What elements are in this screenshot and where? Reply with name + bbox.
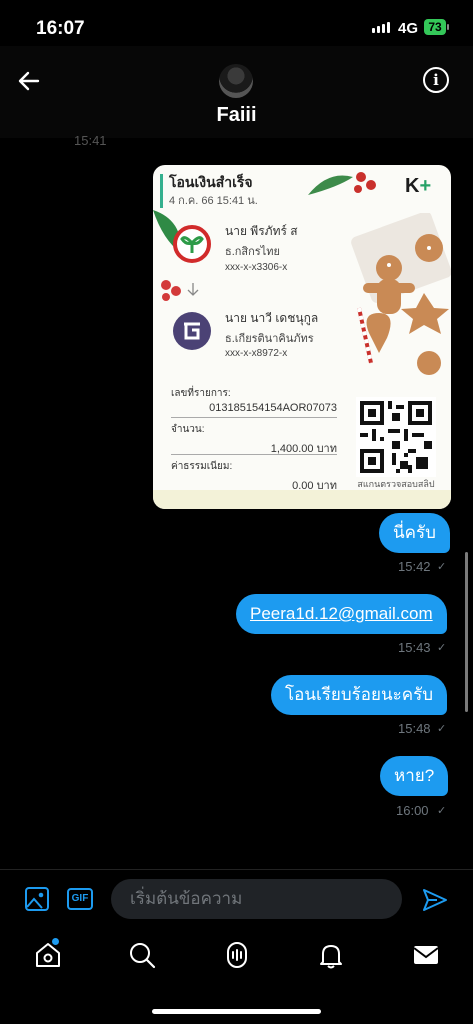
sender-account: xxx-x-x3306-x	[225, 262, 288, 273]
reference-label: เลขที่รายการ:	[171, 388, 231, 399]
home-indicator[interactable]	[152, 1009, 321, 1014]
battery-icon: 73	[424, 19, 446, 35]
message-time: 15:43	[398, 640, 431, 655]
fee-label: ค่าธรรมเนียม:	[171, 461, 233, 472]
message-input[interactable]	[111, 879, 402, 919]
image-button[interactable]	[24, 886, 50, 912]
message-bubble[interactable]: โอนเรียบร้อยนะครับ	[271, 675, 448, 715]
send-icon	[423, 889, 447, 911]
sent-check-icon: ✓	[437, 805, 447, 817]
gingerbread-cookies-decoration-icon	[351, 213, 451, 375]
avatar[interactable]	[219, 64, 253, 98]
qr-caption: สแกนตรวจสอบสลิป	[357, 479, 435, 489]
amount-label: จำนวน:	[171, 424, 205, 435]
sent-check-icon: ✓	[437, 642, 447, 654]
network-type: 4G	[398, 20, 419, 37]
receiver-account: xxx-x-x8972-x	[225, 348, 288, 359]
scrollbar[interactable]	[465, 552, 468, 712]
kplus-logo: K+	[405, 175, 432, 197]
spaces-icon	[227, 942, 247, 968]
receipt-footer	[153, 490, 451, 509]
back-arrow-icon	[18, 71, 40, 91]
notification-dot	[52, 938, 59, 945]
message-bubble[interactable]: นี่ครับ	[379, 513, 450, 553]
arrow-down-icon	[187, 283, 199, 296]
nav-notifications[interactable]	[316, 940, 346, 970]
qr-code-icon	[356, 397, 436, 477]
message-time: 15:48	[398, 721, 431, 736]
nav-search[interactable]	[127, 940, 157, 970]
image-icon	[25, 887, 49, 911]
message-time: 16:00	[396, 803, 429, 818]
nav-messages[interactable]	[411, 940, 441, 970]
status-time: 16:07	[36, 18, 85, 39]
nav-home[interactable]	[33, 940, 63, 970]
nav-spaces[interactable]	[222, 940, 252, 970]
message-time: 15:42	[398, 559, 431, 574]
sent-check-icon: ✓	[437, 561, 447, 573]
transfer-receipt-image[interactable]: โอนเงินสำเร็จ 4 ก.ค. 66 15:41 น. K+ นาย …	[153, 165, 451, 509]
info-icon[interactable]: i	[423, 67, 449, 93]
battery-tip	[447, 24, 449, 30]
receiver-bank: ธ.เกียรตินาคินภัทร	[225, 333, 314, 345]
sender-bank: ธ.กสิกรไทย	[225, 246, 280, 258]
previous-message-time: 15:41	[74, 133, 107, 148]
divider	[171, 417, 337, 418]
gif-button[interactable]: GIF	[67, 888, 93, 910]
send-button[interactable]	[421, 886, 449, 914]
search-icon	[130, 943, 156, 969]
reference-value: 013185154154AOR07073	[209, 402, 337, 414]
kbank-logo-icon	[173, 225, 211, 263]
signal-icon	[372, 22, 390, 33]
receiver-name: นาย นาวี เดชนุกูล	[225, 311, 319, 325]
divider	[0, 869, 473, 870]
receipt-accent-bar	[160, 174, 163, 208]
divider	[171, 454, 337, 455]
sent-check-icon: ✓	[437, 723, 447, 735]
home-icon	[36, 943, 60, 967]
back-button[interactable]	[14, 66, 44, 96]
notifications-icon	[320, 945, 342, 969]
kiatnakin-logo-icon	[173, 312, 211, 350]
sender-name: นาย พีรภัทร์ ส	[225, 224, 298, 238]
berries-decoration-icon	[161, 280, 181, 301]
contact-name[interactable]: Faiii	[0, 104, 473, 127]
message-bubble[interactable]: หาย?	[380, 756, 449, 796]
messages-icon	[413, 946, 439, 964]
email-link-bubble[interactable]: Peera1d.12@gmail.com	[236, 594, 447, 634]
holly-decoration-icon	[308, 172, 376, 195]
